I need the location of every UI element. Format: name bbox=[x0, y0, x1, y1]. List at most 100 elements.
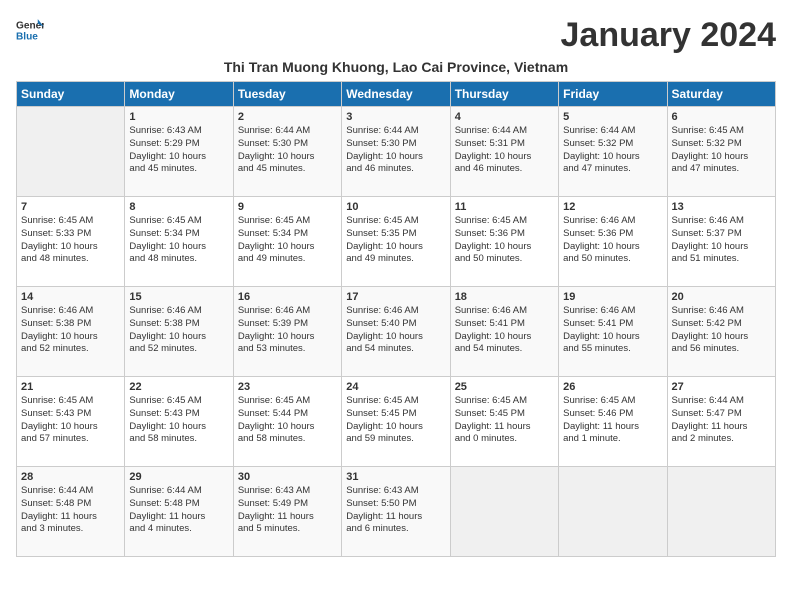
calendar-cell: 23 Sunrise: 6:45 AM Sunset: 5:44 PM Dayli… bbox=[233, 377, 341, 467]
day-number: 25 bbox=[455, 381, 554, 393]
day-header-monday: Monday bbox=[125, 82, 233, 107]
calendar-cell: 4 Sunrise: 6:44 AM Sunset: 5:31 PM Daylig… bbox=[450, 107, 558, 197]
day-number: 21 bbox=[21, 381, 120, 393]
calendar-cell: 29Sunrise: 6:44 AM Sunset: 5:48 PM Dayli… bbox=[125, 467, 233, 557]
day-header-sunday: Sunday bbox=[17, 82, 125, 107]
day-number: 6 bbox=[672, 111, 771, 123]
day-number: 5 bbox=[563, 111, 662, 123]
day-info: Sunrise: 6:46 AM Sunset: 5:36 PM Dayligh… bbox=[563, 215, 640, 264]
day-info: Sunrise: 6:44 AM Sunset: 5:30 PM Dayligh… bbox=[346, 125, 423, 174]
day-header-thursday: Thursday bbox=[450, 82, 558, 107]
day-info: Sunrise: 6:44 AM Sunset: 5:48 PM Dayligh… bbox=[129, 485, 205, 534]
day-number: 8 bbox=[129, 201, 228, 213]
calendar-cell: 21 Sunrise: 6:45 AM Sunset: 5:43 PM Dayli… bbox=[17, 377, 125, 467]
calendar-week-row: 28 Sunrise: 6:44 AM Sunset: 5:48 PM Dayli… bbox=[17, 467, 776, 557]
calendar-cell: 24 Sunrise: 6:45 AM Sunset: 5:45 PM Dayli… bbox=[342, 377, 450, 467]
day-header-wednesday: Wednesday bbox=[342, 82, 450, 107]
calendar-week-row: 1 Sunrise: 6:43 AM Sunset: 5:29 PM Daylig… bbox=[17, 107, 776, 197]
location-subtitle: Thi Tran Muong Khuong, Lao Cai Province,… bbox=[16, 59, 776, 75]
day-info: Sunrise: 6:45 AM Sunset: 5:46 PM Dayligh… bbox=[563, 395, 639, 444]
calendar-cell: 16 Sunrise: 6:46 AM Sunset: 5:39 PM Dayli… bbox=[233, 287, 341, 377]
day-info: Sunrise: 6:45 AM Sunset: 5:36 PM Dayligh… bbox=[455, 215, 532, 264]
calendar-cell: 8 Sunrise: 6:45 AM Sunset: 5:34 PM Daylig… bbox=[125, 197, 233, 287]
day-info: Sunrise: 6:45 AM Sunset: 5:32 PM Dayligh… bbox=[672, 125, 749, 174]
calendar-cell: 2 Sunrise: 6:44 AM Sunset: 5:30 PM Daylig… bbox=[233, 107, 341, 197]
calendar-cell: 26 Sunrise: 6:45 AM Sunset: 5:46 PM Dayli… bbox=[559, 377, 667, 467]
day-number: 3 bbox=[346, 111, 445, 123]
day-header-friday: Friday bbox=[559, 82, 667, 107]
day-info: Sunrise: 6:45 AM Sunset: 5:34 PM Dayligh… bbox=[129, 215, 206, 264]
day-info: Sunrise: 6:44 AM Sunset: 5:48 PM Dayligh… bbox=[21, 485, 97, 534]
calendar-cell: 6 Sunrise: 6:45 AM Sunset: 5:32 PM Daylig… bbox=[667, 107, 775, 197]
day-info: Sunrise: 6:46 AM Sunset: 5:40 PM Dayligh… bbox=[346, 305, 423, 354]
calendar-cell: 10 Sunrise: 6:45 AM Sunset: 5:35 PM Dayli… bbox=[342, 197, 450, 287]
day-number: 12 bbox=[563, 201, 662, 213]
calendar-cell: 14 Sunrise: 6:46 AM Sunset: 5:38 PM Dayli… bbox=[17, 287, 125, 377]
calendar-week-row: 21 Sunrise: 6:45 AM Sunset: 5:43 PM Dayli… bbox=[17, 377, 776, 467]
day-info: Sunrise: 6:46 AM Sunset: 5:38 PM Dayligh… bbox=[21, 305, 98, 354]
day-number: 30 bbox=[238, 471, 337, 483]
day-number: 4 bbox=[455, 111, 554, 123]
calendar-cell bbox=[559, 467, 667, 557]
calendar-cell: 12 Sunrise: 6:46 AM Sunset: 5:36 PM Dayli… bbox=[559, 197, 667, 287]
page-header: General Blue January 2024 bbox=[16, 16, 776, 55]
day-info: Sunrise: 6:45 AM Sunset: 5:45 PM Dayligh… bbox=[346, 395, 423, 444]
day-number: 18 bbox=[455, 291, 554, 303]
day-number: 23 bbox=[238, 381, 337, 393]
calendar-header-row: SundayMondayTuesdayWednesdayThursdayFrid… bbox=[17, 82, 776, 107]
day-number: 15 bbox=[129, 291, 228, 303]
day-info: Sunrise: 6:46 AM Sunset: 5:39 PM Dayligh… bbox=[238, 305, 315, 354]
day-number: 26 bbox=[563, 381, 662, 393]
calendar-cell: 15Sunrise: 6:46 AM Sunset: 5:38 PM Dayli… bbox=[125, 287, 233, 377]
calendar-cell: 13Sunrise: 6:46 AM Sunset: 5:37 PM Dayli… bbox=[667, 197, 775, 287]
day-number: 2 bbox=[238, 111, 337, 123]
title-block: January 2024 bbox=[561, 16, 777, 55]
day-info: Sunrise: 6:46 AM Sunset: 5:41 PM Dayligh… bbox=[563, 305, 640, 354]
day-info: Sunrise: 6:46 AM Sunset: 5:42 PM Dayligh… bbox=[672, 305, 749, 354]
day-header-saturday: Saturday bbox=[667, 82, 775, 107]
calendar-cell: 1 Sunrise: 6:43 AM Sunset: 5:29 PM Daylig… bbox=[125, 107, 233, 197]
day-info: Sunrise: 6:44 AM Sunset: 5:30 PM Dayligh… bbox=[238, 125, 315, 174]
day-number: 16 bbox=[238, 291, 337, 303]
day-info: Sunrise: 6:43 AM Sunset: 5:50 PM Dayligh… bbox=[346, 485, 422, 534]
calendar-cell bbox=[667, 467, 775, 557]
calendar-cell: 30 Sunrise: 6:43 AM Sunset: 5:49 PM Dayli… bbox=[233, 467, 341, 557]
day-number: 28 bbox=[21, 471, 120, 483]
day-info: Sunrise: 6:45 AM Sunset: 5:43 PM Dayligh… bbox=[21, 395, 98, 444]
day-number: 17 bbox=[346, 291, 445, 303]
day-info: Sunrise: 6:45 AM Sunset: 5:35 PM Dayligh… bbox=[346, 215, 423, 264]
day-number: 24 bbox=[346, 381, 445, 393]
calendar-cell bbox=[450, 467, 558, 557]
day-number: 27 bbox=[672, 381, 771, 393]
day-info: Sunrise: 6:44 AM Sunset: 5:31 PM Dayligh… bbox=[455, 125, 532, 174]
svg-text:Blue: Blue bbox=[16, 31, 38, 42]
day-number: 7 bbox=[21, 201, 120, 213]
day-info: Sunrise: 6:45 AM Sunset: 5:34 PM Dayligh… bbox=[238, 215, 315, 264]
calendar-cell bbox=[17, 107, 125, 197]
day-info: Sunrise: 6:45 AM Sunset: 5:44 PM Dayligh… bbox=[238, 395, 315, 444]
calendar-cell: 28 Sunrise: 6:44 AM Sunset: 5:48 PM Dayli… bbox=[17, 467, 125, 557]
calendar-cell: 11 Sunrise: 6:45 AM Sunset: 5:36 PM Dayli… bbox=[450, 197, 558, 287]
day-info: Sunrise: 6:43 AM Sunset: 5:29 PM Dayligh… bbox=[129, 125, 206, 174]
day-info: Sunrise: 6:43 AM Sunset: 5:49 PM Dayligh… bbox=[238, 485, 314, 534]
day-number: 31 bbox=[346, 471, 445, 483]
logo-icon: General Blue bbox=[16, 16, 44, 44]
day-number: 14 bbox=[21, 291, 120, 303]
day-info: Sunrise: 6:44 AM Sunset: 5:32 PM Dayligh… bbox=[563, 125, 640, 174]
calendar-table: SundayMondayTuesdayWednesdayThursdayFrid… bbox=[16, 81, 776, 557]
calendar-cell: 7 Sunrise: 6:45 AM Sunset: 5:33 PM Daylig… bbox=[17, 197, 125, 287]
day-info: Sunrise: 6:46 AM Sunset: 5:37 PM Dayligh… bbox=[672, 215, 749, 264]
day-info: Sunrise: 6:45 AM Sunset: 5:45 PM Dayligh… bbox=[455, 395, 531, 444]
calendar-cell: 18 Sunrise: 6:46 AM Sunset: 5:41 PM Dayli… bbox=[450, 287, 558, 377]
day-number: 11 bbox=[455, 201, 554, 213]
day-info: Sunrise: 6:45 AM Sunset: 5:33 PM Dayligh… bbox=[21, 215, 98, 264]
day-number: 1 bbox=[129, 111, 228, 123]
day-number: 22 bbox=[129, 381, 228, 393]
day-number: 10 bbox=[346, 201, 445, 213]
day-info: Sunrise: 6:46 AM Sunset: 5:41 PM Dayligh… bbox=[455, 305, 532, 354]
calendar-cell: 25 Sunrise: 6:45 AM Sunset: 5:45 PM Dayli… bbox=[450, 377, 558, 467]
calendar-week-row: 14 Sunrise: 6:46 AM Sunset: 5:38 PM Dayli… bbox=[17, 287, 776, 377]
calendar-cell: 27Sunrise: 6:44 AM Sunset: 5:47 PM Dayli… bbox=[667, 377, 775, 467]
day-number: 20 bbox=[672, 291, 771, 303]
day-header-tuesday: Tuesday bbox=[233, 82, 341, 107]
